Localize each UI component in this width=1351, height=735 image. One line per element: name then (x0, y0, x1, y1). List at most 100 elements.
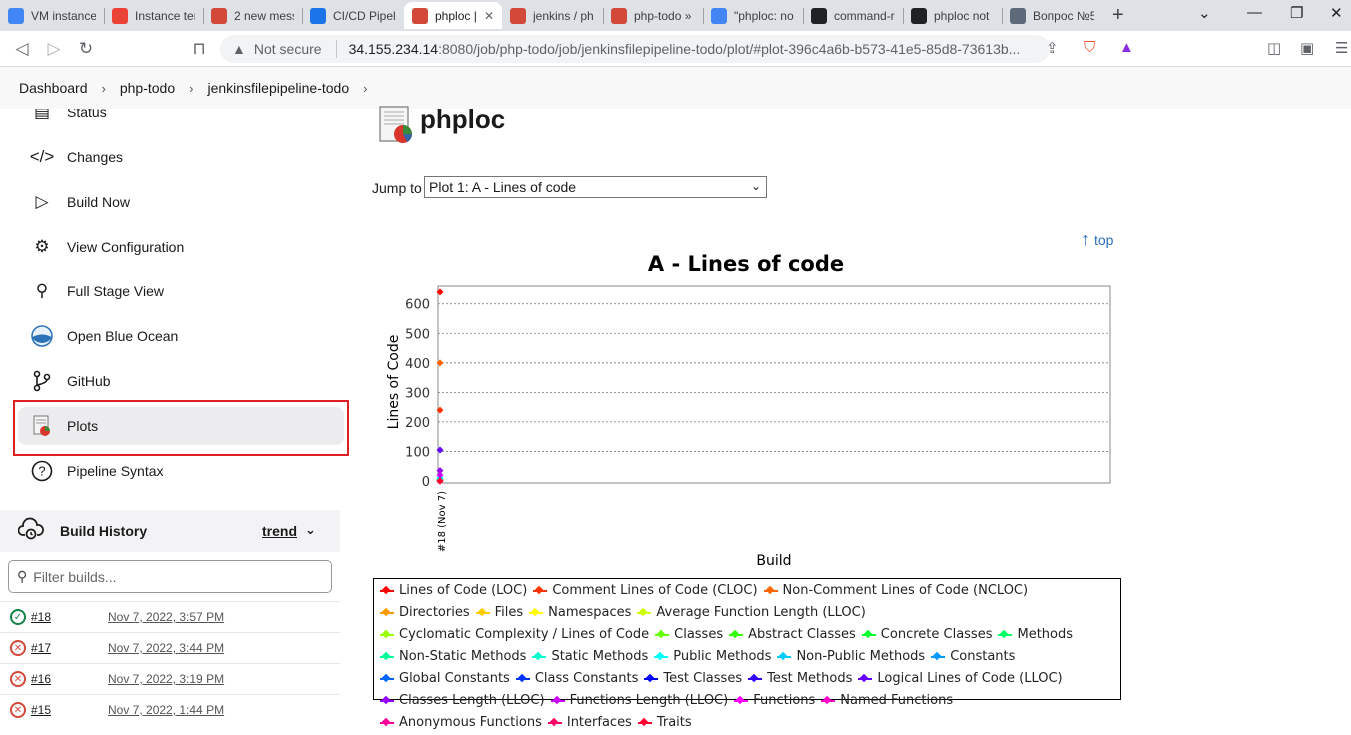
legend-label: Comment Lines of Code (CLOC) (552, 583, 758, 598)
maximize-icon[interactable]: ❐ (1290, 4, 1303, 22)
legend-item: Test Classes (644, 669, 742, 689)
sidebar-item-label: Changes (67, 149, 124, 165)
build-row[interactable]: ✕ #15 Nov 7, 2022, 1:44 PM (0, 694, 340, 725)
breadcrumb-pipeline[interactable]: jenkinsfilepipeline-todo (207, 80, 349, 96)
close-window-icon[interactable]: ✕ (1330, 4, 1343, 22)
back-icon[interactable]: ◁ (11, 38, 33, 60)
legend-label: Abstract Classes (748, 627, 856, 642)
top-link[interactable]: ↑ top (1081, 229, 1113, 250)
build-date-link[interactable]: Nov 7, 2022, 3:44 PM (108, 641, 224, 655)
legend-item: Traits (637, 713, 692, 733)
sidebar-item-status[interactable]: ▤ Status (18, 109, 344, 131)
legend-swatch (475, 608, 490, 618)
chart-y-tick-label: 200 (405, 416, 430, 431)
reload-icon[interactable]: ↻ (75, 38, 97, 60)
chart-y-tick-label: 100 (405, 445, 430, 460)
chart-ylabel: Lines of Code (386, 335, 402, 430)
share-icon[interactable]: ⇪ (1046, 39, 1059, 57)
browser-tab[interactable]: 2 new mess (203, 2, 302, 29)
chart-y-axis: 0 100 200 300 400 500 600 (405, 298, 430, 490)
browser-tab[interactable]: Вопрос №5 (1002, 2, 1102, 29)
build-date-link[interactable]: Nov 7, 2022, 3:57 PM (108, 610, 224, 624)
sidebar-item-label: Status (67, 109, 107, 120)
sidebar-toggle-icon[interactable]: ◫ (1267, 39, 1281, 57)
jenkins-icon (510, 7, 526, 24)
chevron-down-icon[interactable]: ⌄ (305, 522, 316, 538)
chart-legend: Lines of Code (LOC) Comment Lines of Code… (373, 578, 1121, 730)
legend-item: Interfaces (547, 713, 632, 733)
browser-tab[interactable]: phploc not (903, 2, 1002, 29)
browser-tab[interactable]: phploc | ✕ (404, 2, 502, 29)
legend-label: Functions Length (LLOC) (569, 693, 729, 708)
brave-shield-icon[interactable]: ⛉ (1084, 39, 1095, 56)
forward-icon[interactable]: ▷ (43, 38, 65, 60)
legend-label: Traits (656, 715, 692, 730)
build-number-link[interactable]: #17 (31, 641, 108, 655)
browser-tab-title: "phploc: no (734, 8, 794, 23)
bookmark-icon[interactable]: ⊓ (188, 38, 210, 60)
address-bar[interactable]: ▲ Not secure 34.155.234.14:8080/job/php-… (220, 35, 1050, 63)
browser-tab[interactable]: CI/CD Pipel (302, 2, 404, 29)
failed-icon: ✕ (10, 640, 26, 656)
github-icon (911, 7, 927, 24)
sidebar-item-build-now[interactable]: ▷ Build Now (18, 183, 344, 221)
build-date-link[interactable]: Nov 7, 2022, 3:19 PM (108, 672, 224, 686)
build-number-link[interactable]: #18 (31, 610, 108, 624)
build-number-link[interactable]: #16 (31, 672, 108, 686)
filter-builds-input[interactable]: ⚲ Filter builds... (8, 560, 332, 593)
breadcrumb-dashboard[interactable]: Dashboard (19, 80, 88, 96)
wallet-icon[interactable]: ▣ (1300, 39, 1314, 57)
legend-item: Concrete Classes (861, 625, 992, 645)
browser-tab[interactable]: php-todo » (603, 2, 703, 29)
legend-label: Class Constants (534, 671, 639, 686)
browser-tab[interactable]: "phploc: no (703, 2, 803, 29)
browser-tab-title: CI/CD Pipel (333, 8, 396, 23)
search-icon: ⚲ (17, 568, 28, 584)
legend-swatch (998, 630, 1013, 640)
sidebar-item-open-blue-ocean[interactable]: Open Blue Ocean (18, 317, 344, 355)
legend-item: Non-Static Methods (380, 647, 526, 667)
legend-swatch (637, 718, 652, 728)
new-tab-button[interactable]: + (1112, 4, 1124, 27)
build-row[interactable]: ✕ #16 Nov 7, 2022, 3:19 PM (0, 663, 340, 694)
legend-label: Global Constants (399, 671, 510, 686)
build-row[interactable]: ✓ #18 Nov 7, 2022, 3:57 PM (0, 601, 340, 632)
chart-grid (438, 303, 1110, 452)
legend-swatch (380, 674, 394, 684)
jump-to-label: Jump to (372, 180, 422, 196)
build-date-link[interactable]: Nov 7, 2022, 1:44 PM (108, 703, 224, 717)
close-tab-icon[interactable]: ✕ (484, 9, 494, 23)
build-row[interactable]: ✕ #17 Nov 7, 2022, 3:44 PM (0, 632, 340, 663)
minimize-icon[interactable]: — (1247, 4, 1262, 21)
breadcrumb-chevron-icon: › (189, 80, 194, 96)
legend-item: Classes (655, 625, 723, 645)
sidebar-item-github[interactable]: GitHub (18, 362, 344, 400)
sidebar-item-changes[interactable]: </> Changes (18, 138, 344, 176)
build-number-link[interactable]: #15 (31, 703, 108, 717)
legend-item: Public Methods (654, 647, 771, 667)
legend-swatch (763, 586, 778, 596)
trend-link[interactable]: trend (262, 523, 297, 539)
jump-to-select[interactable]: Plot 1: A - Lines of code ⌄ (424, 176, 767, 198)
breadcrumb-php-todo[interactable]: php-todo (120, 80, 175, 96)
browser-tab[interactable]: VM instance (0, 2, 104, 29)
browser-tab[interactable]: jenkins / ph (502, 2, 603, 29)
breadcrumb: Dashboard › php-todo › jenkinsfilepipeli… (0, 67, 1351, 109)
sidebar-item-label: Full Stage View (67, 283, 165, 299)
chart-x-axis: #18 (Nov 7) (437, 491, 448, 552)
browser-tab[interactable]: Instance ten (104, 2, 203, 29)
sidebar-item-view-configuration[interactable]: ⚙ View Configuration (18, 228, 344, 266)
legend-label: Static Methods (551, 649, 649, 664)
brave-rewards-icon[interactable]: ▲ (1119, 39, 1134, 56)
menu-icon[interactable]: ☰ (1335, 39, 1348, 57)
sidebar-item-full-stage-view[interactable]: ⚲ Full Stage View (18, 272, 344, 310)
sidebar-item-pipeline-syntax[interactable]: ? Pipeline Syntax (18, 452, 344, 490)
top-link-label: top (1094, 231, 1114, 248)
browser-tab[interactable]: command-r (803, 2, 903, 29)
filter-placeholder: Filter builds... (33, 568, 117, 585)
legend-swatch (644, 674, 659, 684)
legend-swatch (532, 652, 547, 662)
warning-icon: ▲ (232, 41, 246, 57)
legend-swatch (380, 696, 394, 706)
tab-search-chevron-icon[interactable]: ⌄ (1198, 4, 1211, 22)
